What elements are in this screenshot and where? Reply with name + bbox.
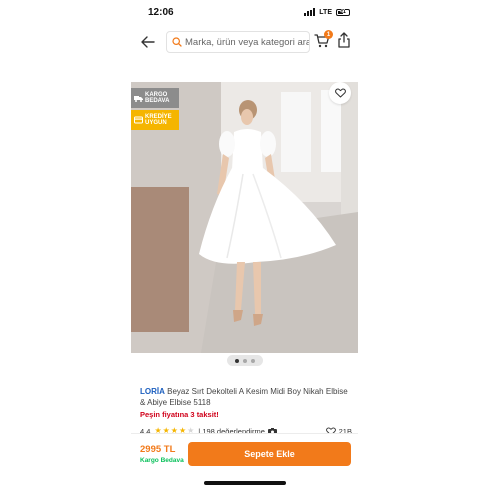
product-title: LORİA Beyaz Sırt Dekolteli A Kesim Midi … [140, 386, 355, 408]
credit-icon [134, 116, 143, 124]
favorite-button[interactable] [329, 82, 351, 104]
product-name: Beyaz Sırt Dekolteli A Kesim Midi Boy Ni… [140, 387, 348, 407]
share-icon [338, 32, 350, 48]
status-bar: 12:06 LTE 41 [0, 0, 490, 24]
status-time: 12:06 [148, 7, 174, 18]
carousel-pager [227, 355, 263, 366]
carousel-dot[interactable] [243, 358, 247, 363]
search-box[interactable] [166, 31, 310, 53]
search-input[interactable] [185, 36, 309, 48]
network-label: LTE [319, 8, 332, 16]
arrow-left-icon [141, 36, 155, 48]
share-button[interactable] [336, 32, 354, 50]
signal-icon [304, 8, 316, 16]
battery-level: 41 [340, 9, 346, 15]
installment-info: Peşin fiyatına 3 taksit! [140, 410, 219, 419]
credit-badge-line2: UYGUN [145, 120, 167, 126]
bottom-bar: 2995 TL Kargo Bedava Sepete Ekle [131, 433, 358, 469]
brand-link[interactable]: LORİA [140, 387, 165, 396]
product-image[interactable]: KARGO BEDAVA KREDİYE UYGUN [131, 82, 358, 353]
cart-count-badge: 1 [324, 30, 333, 39]
heart-icon [334, 88, 346, 98]
truck-icon [134, 95, 143, 102]
home-indicator [204, 481, 286, 485]
cargo-free-badge: KARGO BEDAVA [131, 88, 179, 108]
back-button[interactable] [138, 32, 158, 52]
carousel-dot[interactable] [235, 358, 239, 363]
carousel-dot[interactable] [251, 358, 255, 363]
cargo-free-label: Kargo Bedava [140, 457, 184, 464]
credit-eligible-badge: KREDİYE UYGUN [131, 110, 179, 130]
status-icons: LTE 41 [304, 8, 350, 16]
cargo-badge-line2: BEDAVA [145, 98, 170, 104]
top-nav: 1 [130, 28, 360, 56]
add-to-cart-button[interactable]: Sepete Ekle [188, 442, 351, 466]
battery-icon: 41 [336, 8, 350, 16]
cart-button[interactable]: 1 [314, 30, 334, 51]
search-icon [172, 36, 182, 48]
product-price: 2995 TL [140, 444, 176, 455]
